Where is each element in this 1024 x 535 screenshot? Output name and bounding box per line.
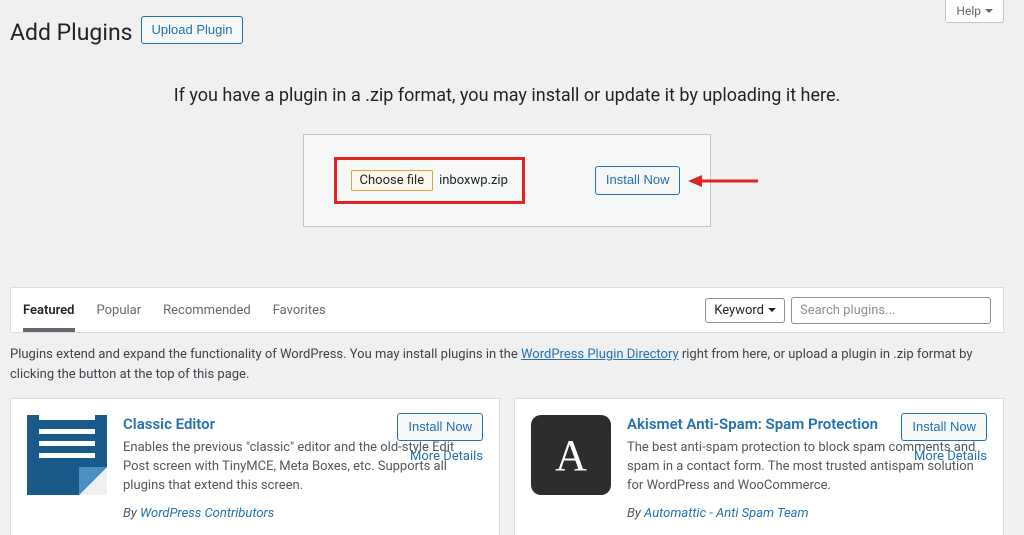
annotation-arrow-icon [688, 173, 758, 189]
install-now-button[interactable]: Install Now [595, 166, 681, 194]
search-input[interactable] [791, 297, 991, 324]
plugin-author: By WordPress Contributors [123, 506, 481, 521]
plugin-card: Classic Editor Enables the previous "cla… [10, 398, 500, 535]
more-details-link[interactable]: More Details [397, 449, 483, 464]
install-plugin-button[interactable]: Install Now [901, 413, 987, 441]
filter-bar: Featured Popular Recommended Favorites K… [10, 287, 1004, 333]
plugin-card-list: Classic Editor Enables the previous "cla… [10, 398, 1004, 535]
upload-plugin-button[interactable]: Upload Plugin [141, 16, 244, 44]
plugin-icon-akismet: A [531, 415, 611, 495]
plugin-author-link[interactable]: Automattic - Anti Spam Team [644, 506, 809, 521]
tab-popular[interactable]: Popular [97, 289, 142, 332]
upload-panel: Choose file inboxwp.zip Install Now [303, 134, 712, 227]
plugin-card: A Akismet Anti-Spam: Spam Protection The… [514, 398, 1004, 535]
search-type-select[interactable]: Keyword [705, 298, 785, 323]
install-plugin-button[interactable]: Install Now [397, 413, 483, 441]
tab-recommended[interactable]: Recommended [163, 289, 251, 332]
plugin-directory-link[interactable]: WordPress Plugin Directory [521, 347, 679, 362]
desc-prefix: Plugins extend and expand the functional… [10, 347, 521, 362]
more-details-link[interactable]: More Details [901, 449, 987, 464]
search-type-value: Keyword [714, 303, 764, 318]
selected-filename: inboxwp.zip [439, 173, 508, 188]
plugin-author: By Automattic - Anti Spam Team [627, 506, 985, 521]
file-picker-highlight: Choose file inboxwp.zip [334, 157, 525, 204]
chevron-down-icon [768, 308, 776, 316]
tab-favorites[interactable]: Favorites [273, 289, 326, 332]
plugins-description: Plugins extend and expand the functional… [10, 345, 1004, 384]
page-header: Add Plugins Upload Plugin [10, 10, 1004, 50]
page-title: Add Plugins [10, 10, 133, 50]
upload-instructions: If you have a plugin in a .zip format, y… [10, 85, 1004, 106]
chevron-down-icon [985, 9, 993, 17]
plugin-author-link[interactable]: WordPress Contributors [140, 506, 274, 521]
filter-tabs: Featured Popular Recommended Favorites [23, 289, 705, 332]
plugin-icon-classic-editor [27, 415, 107, 495]
upload-area: If you have a plugin in a .zip format, y… [10, 85, 1004, 227]
choose-file-button[interactable]: Choose file [351, 170, 434, 191]
help-tab[interactable]: Help [945, 0, 1004, 23]
tab-featured[interactable]: Featured [23, 289, 75, 332]
help-label: Help [956, 4, 981, 18]
